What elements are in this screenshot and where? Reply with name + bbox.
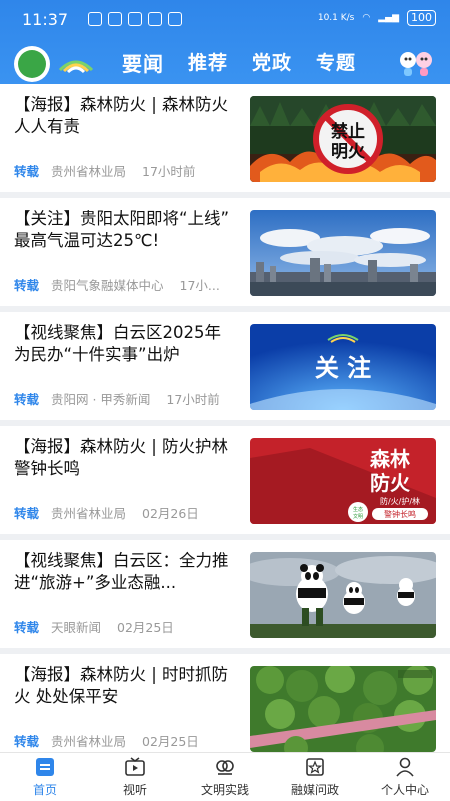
news-source: 贵州省林业局 [51,164,127,179]
news-item[interactable]: 【海报】森林防火 | 防火护林 警钟长鸣 转载 贵州省林业局 02月26日 森林… [0,426,450,534]
news-meta: 转载 贵阳网 · 甲秀新闻 17小时前 [14,389,240,408]
status-bar: 11:37 10.1 K/s ◠ ▂▄▆ 100 [0,0,450,40]
net-speed: 10.1 K/s [317,13,355,23]
news-thumbnail[interactable]: 关 注 [250,324,436,410]
news-item[interactable]: 【关注】贵阳太阳即将“上线” 最高气温可达25℃! 转载 贵阳气象融媒体中心 1… [0,198,450,306]
svg-text:森林: 森林 [370,447,410,471]
tabbar-home-label: 首页 [32,783,57,797]
news-date: 02月25日 [142,734,199,749]
notification-icons [88,12,182,26]
star-badge-icon [306,758,324,776]
poster-text-jinzhi: 禁止 [331,121,365,142]
tabbar-practice-label: 文明实践 [200,783,249,797]
tabbar-inquiry-label: 融媒问政 [290,783,339,797]
news-feed: 【海报】森林防火 | 森林防火 人人有责 转载 贵州省林业局 17小时前 禁止 … [0,84,450,752]
svg-text:生态: 生态 [353,506,363,513]
practice-icon [216,760,234,775]
tabbar-practice[interactable]: 文明实践 [180,753,270,801]
tabbar-profile[interactable]: 个人中心 [360,753,450,801]
news-source: 贵阳网 · 甲秀新闻 [51,392,151,407]
news-meta: 转载 贵州省林业局 17小时前 [14,161,240,180]
battery-indicator: 100 [407,10,436,26]
app-header: 11:37 10.1 K/s ◠ ▂▄▆ 100 要闻 推荐 党政 专题 [0,0,450,84]
tabbar-profile-label: 个人中心 [380,783,429,797]
bottom-tabbar: 首页 视听 文明实践 融媒问政 个人中心 [0,752,450,801]
home-icon [36,758,54,776]
svg-text:防/火/护/林: 防/火/护/林 [380,496,420,506]
news-item[interactable]: 【视线聚焦】白云区：全力推进“旅游+”多业态融... 转载 天眼新闻 02月25… [0,540,450,648]
news-meta: 转载 贵州省林业局 02月25日 [14,731,240,750]
svg-text:文明: 文明 [353,513,363,520]
rainbow-logo-icon [58,60,94,74]
repost-tag: 转载 [14,278,40,293]
status-right: 10.1 K/s ◠ ▂▄▆ 100 [318,10,436,26]
news-title[interactable]: 【视线聚焦】白云区：全力推进“旅游+”多业态融... [14,550,236,594]
news-item[interactable]: 【海报】森林防火 | 森林防火 人人有责 转载 贵州省林业局 17小时前 禁止 … [0,84,450,192]
news-title[interactable]: 【海报】森林防火 | 时时抓防火 处处保平安 [14,664,236,708]
news-date: 17小... [179,278,220,293]
repost-tag: 转载 [14,392,40,407]
news-thumbnail[interactable]: 禁止 明火 [250,96,436,182]
mascot-icon[interactable] [396,48,436,78]
alarm-icon [128,12,142,26]
tab-topics[interactable]: 专题 [316,48,356,77]
repost-tag: 转载 [14,620,40,635]
svg-text:防火: 防火 [370,471,411,495]
wifi-icon: ◠ [362,13,371,23]
signal-icon: ▂▄▆ [378,13,399,23]
tabbar-home[interactable]: 首页 [0,753,90,801]
channel-tabs: 要闻 推荐 党政 专题 [122,48,356,77]
repost-tag: 转载 [14,506,40,521]
tabbar-video[interactable]: 视听 [90,753,180,801]
tv-icon [125,757,145,776]
news-date: 17小时前 [142,164,196,179]
news-source: 贵州省林业局 [51,506,127,521]
news-title[interactable]: 【视线聚焦】白云区2025年为民办“十件实事”出炉 [14,322,236,366]
notification-icon [88,12,102,26]
tabbar-inquiry[interactable]: 融媒问政 [270,753,360,801]
top-nav: 要闻 推荐 党政 专题 [0,42,450,82]
tabbar-video-label: 视听 [122,783,147,797]
tab-headlines[interactable]: 要闻 [122,48,164,77]
app-logo[interactable] [14,46,50,82]
news-thumbnail[interactable]: 森林 防火 防/火/护/林 警钟长鸣 生态 文明 [250,438,436,524]
news-thumbnail[interactable] [250,210,436,296]
news-source: 天眼新闻 [51,620,102,635]
vibrate-icon [168,12,182,26]
news-meta: 转载 天眼新闻 02月25日 [14,617,240,636]
news-thumbnail[interactable] [250,666,436,752]
poster-text-guanzhu: 关 注 [315,354,371,382]
wechat-icon [108,12,122,26]
news-date: 02月25日 [117,620,174,635]
news-source: 贵州省林业局 [51,734,127,749]
svg-text:明火: 明火 [331,142,366,162]
bluetooth-icon [148,12,162,26]
news-title[interactable]: 【关注】贵阳太阳即将“上线” 最高气温可达25℃! [14,208,236,252]
news-title[interactable]: 【海报】森林防火 | 森林防火 人人有责 [14,94,236,138]
news-item[interactable]: 【视线聚焦】白云区2025年为民办“十件实事”出炉 转载 贵阳网 · 甲秀新闻 … [0,312,450,420]
news-meta: 转载 贵阳气象融媒体中心 17小... [14,275,240,294]
news-date: 17小时前 [166,392,220,407]
news-thumbnail[interactable] [250,552,436,638]
news-date: 02月26日 [142,506,199,521]
user-icon [396,757,414,777]
svg-text:警钟长鸣: 警钟长鸣 [384,509,416,519]
tab-party-government[interactable]: 党政 [252,48,292,77]
status-time: 11:37 [22,10,69,29]
tab-recommend[interactable]: 推荐 [188,48,228,77]
repost-tag: 转载 [14,164,40,179]
news-title[interactable]: 【海报】森林防火 | 防火护林 警钟长鸣 [14,436,236,480]
news-item[interactable]: 【海报】森林防火 | 时时抓防火 处处保平安 转载 贵州省林业局 02月25日 [0,654,450,752]
news-meta: 转载 贵州省林业局 02月26日 [14,503,240,522]
news-source: 贵阳气象融媒体中心 [51,278,164,293]
repost-tag: 转载 [14,734,40,749]
